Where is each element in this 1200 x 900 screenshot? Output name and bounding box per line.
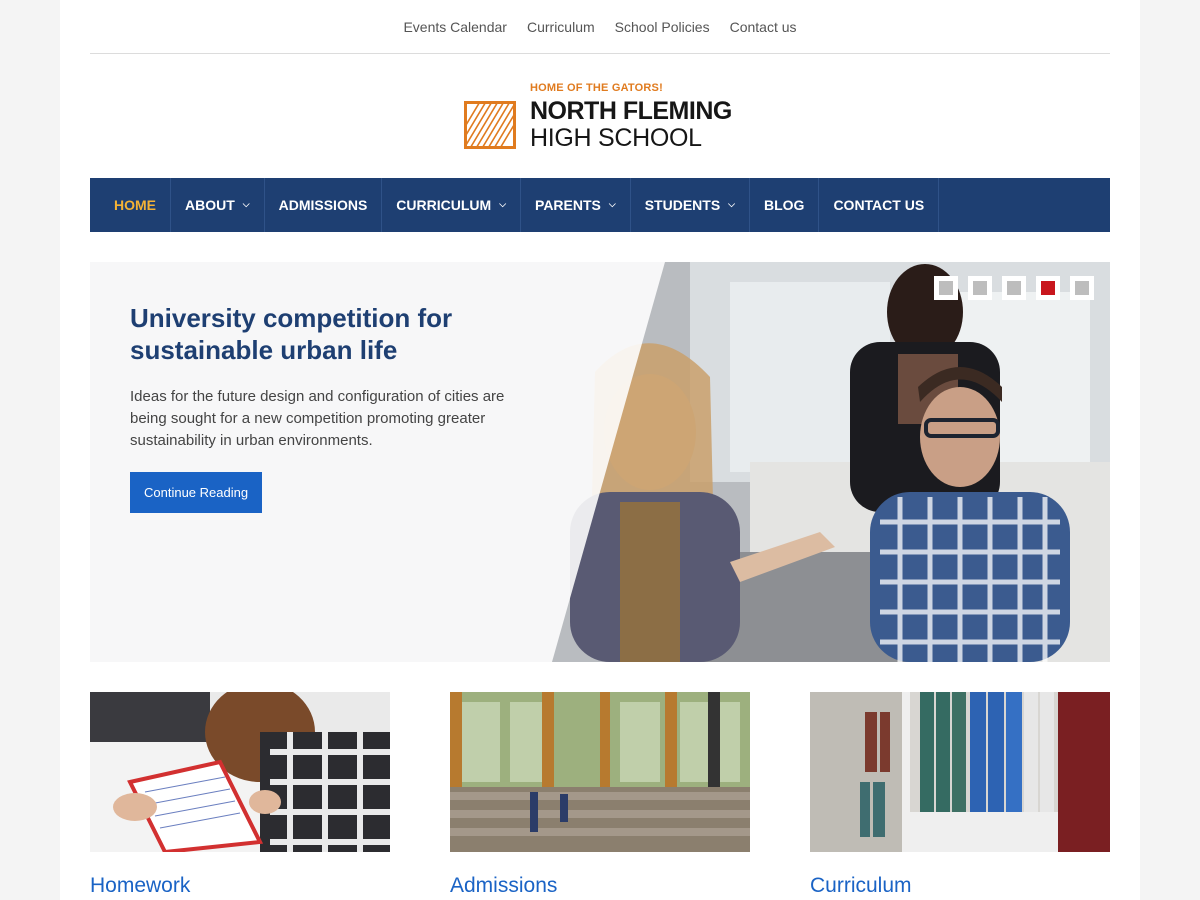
utility-link-curriculum[interactable]: Curriculum — [527, 19, 595, 35]
nav-item-label: ABOUT — [185, 197, 235, 213]
slider-dot-1[interactable] — [934, 276, 958, 300]
utility-nav: Events Calendar Curriculum School Polici… — [90, 0, 1110, 54]
nav-item-label: PARENTS — [535, 197, 601, 213]
nav-item-about[interactable]: ABOUT ⌵ — [171, 178, 265, 232]
slider-pagination — [934, 276, 1094, 300]
feature-card-title[interactable]: Admissions — [450, 874, 750, 898]
slider-dot-2[interactable] — [968, 276, 992, 300]
logo-tagline: HOME OF THE GATORS! — [530, 82, 663, 94]
nav-item-home[interactable]: HOME — [90, 178, 171, 232]
logo-school-name-line2: HIGH SCHOOL — [530, 124, 702, 152]
feature-card-title[interactable]: Homework — [90, 874, 390, 898]
chevron-down-icon: ⌵ — [608, 198, 616, 209]
hero-slider: University competition for sustainable u… — [90, 262, 1110, 662]
nav-item-parents[interactable]: PARENTS ⌵ — [521, 178, 631, 232]
logo-school-name-line1: NORTH FLEMING — [530, 97, 732, 125]
hero-description: Ideas for the future design and configur… — [130, 388, 505, 449]
library-books-photo — [810, 692, 1110, 852]
nav-item-contact-us[interactable]: CONTACT US — [819, 178, 940, 232]
chevron-down-icon: ⌵ — [242, 198, 250, 209]
continue-reading-button[interactable]: Continue Reading — [130, 472, 263, 513]
chevron-down-icon: ⌵ — [499, 198, 507, 209]
page: Events Calendar Curriculum School Polici… — [60, 0, 1140, 900]
feature-card-homework[interactable]: Homework — [90, 692, 390, 898]
nav-item-students[interactable]: STUDENTS ⌵ — [631, 178, 750, 232]
hero-title: University competition for sustainable u… — [130, 303, 453, 365]
utility-link-contact-us[interactable]: Contact us — [730, 19, 797, 35]
utility-link-school-policies[interactable]: School Policies — [615, 19, 710, 35]
nav-item-curriculum[interactable]: CURRICULUM ⌵ — [382, 178, 522, 232]
feature-card-curriculum[interactable]: Curriculum — [810, 692, 1110, 898]
utility-link-events-calendar[interactable]: Events Calendar — [403, 19, 507, 35]
nav-item-label: CURRICULUM — [396, 197, 492, 213]
school-atrium-photo — [450, 692, 750, 852]
slider-dot-5[interactable] — [1070, 276, 1094, 300]
feature-card-title[interactable]: Curriculum — [810, 874, 1110, 898]
nav-item-label: STUDENTS — [644, 197, 721, 213]
logo-mark-icon — [464, 101, 516, 149]
nav-item-label: CONTACT US — [833, 197, 925, 213]
nav-item-admissions[interactable]: ADMISSIONS — [265, 178, 383, 232]
nav-item-label: HOME — [114, 197, 156, 213]
nav-item-label: ADMISSIONS — [278, 197, 368, 213]
nav-item-blog[interactable]: BLOG — [750, 178, 820, 232]
student-writing-photo — [90, 692, 390, 852]
site-logo[interactable]: HOME OF THE GATORS! NORTH FLEMING HIGH S… — [464, 80, 764, 152]
feature-card-admissions[interactable]: Admissions — [450, 692, 750, 898]
main-nav: HOME ABOUT ⌵ ADMISSIONS CURRICULUM ⌵ PAREN… — [90, 178, 1110, 232]
nav-item-label: BLOG — [763, 197, 805, 213]
chevron-down-icon: ⌵ — [728, 198, 735, 209]
slider-dot-4[interactable] — [1036, 276, 1060, 300]
slider-dot-3[interactable] — [1002, 276, 1026, 300]
